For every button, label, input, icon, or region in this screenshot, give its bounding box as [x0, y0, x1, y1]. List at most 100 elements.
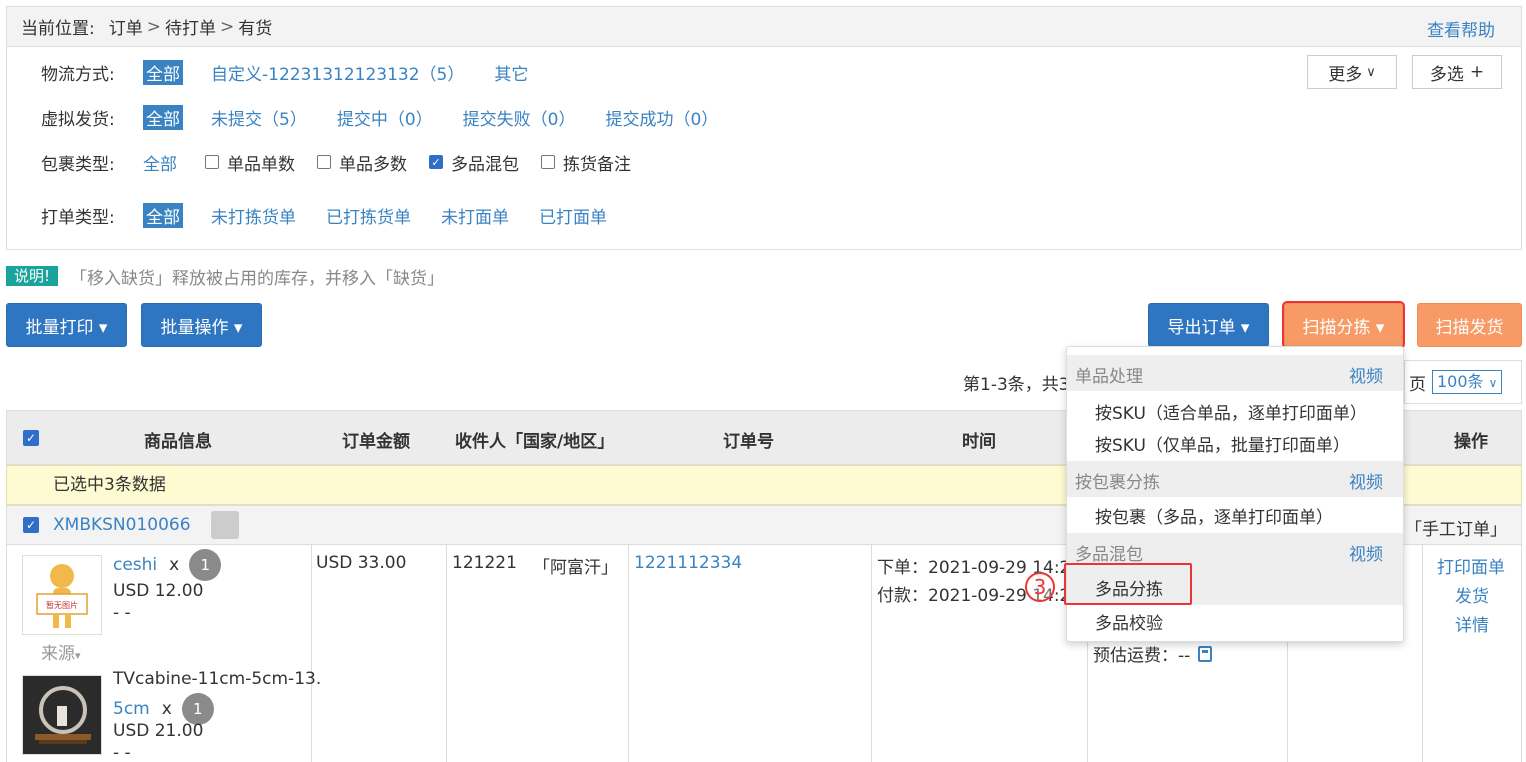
checkbox-box[interactable]	[541, 155, 555, 169]
filter-option-all[interactable]: 全部	[143, 202, 183, 228]
scan-sort-button[interactable]: 扫描分拣 ▾	[1282, 301, 1405, 349]
thumb-text: 暂无图片	[46, 600, 78, 610]
filter-option-other[interactable]: 其它	[494, 60, 528, 85]
print-label-link[interactable]: 打印面单	[1437, 553, 1505, 578]
shipping-estimate: 预估运费：--	[1093, 641, 1213, 666]
select-all-checkbox[interactable]: ✓	[23, 430, 39, 446]
filter-option-success[interactable]: 提交成功（0）	[605, 105, 718, 130]
video-link[interactable]: 视频	[1349, 362, 1383, 387]
qty-x: x	[161, 699, 172, 719]
per-page-value: 100条	[1437, 372, 1484, 391]
filter-option-printed-label[interactable]: 已打面单	[539, 203, 607, 228]
chevron-down-icon: ∨	[1488, 376, 1498, 390]
caret-down-icon: ▾	[75, 649, 81, 662]
product-price: USD 12.00	[113, 581, 204, 601]
shipping-estimate-text: 预估运费：--	[1093, 646, 1191, 666]
filter-row-package: 包裹类型: 全部 单品单数 单品多数 ✓ 多品混包 拣货备注	[41, 149, 653, 175]
breadcrumb-separator: >	[219, 16, 235, 37]
breadcrumb-item-instock: 有货	[238, 19, 273, 39]
column-header-operations: 操作	[1454, 432, 1488, 452]
more-button[interactable]: 更多 ∨	[1307, 55, 1397, 89]
video-link[interactable]: 视频	[1349, 468, 1383, 493]
ship-link[interactable]: 发货	[1455, 582, 1489, 607]
order-amount: USD 33.00	[316, 553, 407, 573]
pager-controls: 页 100条 ∨	[1404, 360, 1522, 404]
filter-label: 包裹类型:	[41, 154, 115, 175]
breadcrumb-label: 当前位置:	[21, 19, 95, 39]
menu-item-sku-single[interactable]: 按SKU（适合单品，逐单打印面单）	[1095, 399, 1367, 424]
group-title: 单品处理	[1075, 367, 1143, 387]
filter-row-virtual: 虚拟发货: 全部 未提交（5） 提交中（0） 提交失败（0） 提交成功（0）	[41, 104, 748, 130]
column-divider	[871, 545, 872, 762]
product-name-link[interactable]: TVcabine-11cm-5cm-13.	[113, 669, 321, 689]
note-tag: 说明!	[6, 266, 59, 286]
menu-item-sku-batch[interactable]: 按SKU（仅单品，批量打印面单）	[1095, 431, 1350, 456]
batch-print-button[interactable]: 批量打印 ▾	[6, 303, 127, 347]
filter-option-submitting[interactable]: 提交中（0）	[337, 105, 433, 130]
filter-option-unprinted-pick[interactable]: 未打拣货单	[211, 203, 296, 228]
pager-suffix: 页	[1409, 374, 1426, 395]
note-text: 「移入缺货」释放被占用的库存，并移入「缺货」	[70, 268, 445, 289]
multi-label: 多选	[1429, 64, 1464, 85]
checkbox-single-multi[interactable]: 单品多数	[317, 150, 407, 175]
column-header-recipient: 收件人「国家/地区」	[455, 432, 615, 452]
step-marker: 3	[1025, 572, 1055, 602]
multi-select-button[interactable]: 多选 +	[1412, 55, 1502, 89]
filter-option-all[interactable]: 全部	[143, 150, 177, 175]
order-checkbox[interactable]: ✓	[23, 517, 39, 533]
column-header-product: 商品信息	[144, 432, 212, 452]
filter-panel: 物流方式: 全部 自定义-12231312123132（5） 其它 更多 ∨ 多…	[6, 46, 1522, 250]
column-divider	[1422, 545, 1423, 762]
order-number-link[interactable]: 1221112334	[634, 553, 742, 573]
scan-ship-button[interactable]: 扫描发货	[1417, 303, 1522, 347]
check-icon[interactable]: ✓	[429, 155, 443, 169]
column-header-order-no: 订单号	[723, 432, 774, 452]
menu-item-multi-verify[interactable]: 多品校验	[1095, 609, 1163, 634]
filter-option-printed-pick[interactable]: 已打拣货单	[326, 203, 411, 228]
order-type-label: 「手工订单」	[1405, 520, 1507, 540]
dropdown-group-single: 单品处理 视频	[1067, 355, 1403, 391]
filter-option-unsubmitted[interactable]: 未提交（5）	[211, 105, 307, 130]
filter-row-print: 打单类型: 全部 未打拣货单 已打拣货单 未打面单 已打面单	[41, 202, 637, 228]
product-image-icon	[23, 676, 101, 754]
checkbox-box[interactable]	[205, 155, 219, 169]
per-page-select[interactable]: 100条 ∨	[1432, 370, 1503, 394]
highlight-box	[1064, 563, 1192, 605]
product-thumbnail[interactable]: 暂无图片	[22, 555, 102, 635]
column-header-amount: 订单金额	[342, 432, 410, 452]
calculator-icon[interactable]	[1198, 645, 1213, 662]
filter-option-all[interactable]: 全部	[143, 104, 183, 130]
checkbox-mixed[interactable]: ✓ 多品混包	[429, 150, 519, 175]
product-name-link[interactable]: ceshi	[113, 555, 157, 575]
product-sku: - -	[113, 603, 131, 623]
product-thumbnail[interactable]	[22, 675, 102, 755]
filter-option-all[interactable]: 全部	[143, 59, 183, 85]
menu-item-by-package[interactable]: 按包裹（多品，逐单打印面单）	[1095, 503, 1333, 528]
details-link[interactable]: 详情	[1455, 611, 1489, 636]
breadcrumb-item-orders[interactable]: 订单	[109, 14, 143, 39]
batch-operations-button[interactable]: 批量操作 ▾	[141, 303, 262, 347]
breadcrumb-separator: >	[146, 16, 161, 37]
filter-option-failed[interactable]: 提交失败（0）	[463, 105, 576, 130]
product-name-link-cont[interactable]: 5cm	[113, 699, 150, 719]
filter-row-logistics: 物流方式: 全部 自定义-12231312123132（5） 其它	[41, 59, 558, 85]
order-id-link[interactable]: XMBKSN010066	[53, 515, 191, 535]
tag-icon[interactable]	[211, 511, 239, 539]
column-header-time: 时间	[962, 432, 996, 452]
product-sku: - -	[113, 743, 131, 762]
checkbox-single-single[interactable]: 单品单数	[205, 150, 295, 175]
column-divider	[311, 545, 312, 762]
product-price: USD 21.00	[113, 721, 204, 741]
breadcrumb-item-pending[interactable]: 待打单	[165, 14, 216, 39]
checkbox-pick-note[interactable]: 拣货备注	[541, 150, 631, 175]
export-orders-button[interactable]: 导出订单 ▾	[1148, 303, 1269, 347]
recipient-country: 「阿富汗」	[533, 558, 618, 578]
filter-option-unprinted-label[interactable]: 未打面单	[441, 203, 509, 228]
help-link[interactable]: 查看帮助	[1427, 16, 1495, 41]
source-dropdown[interactable]: 来源▾	[41, 639, 81, 664]
video-link[interactable]: 视频	[1349, 540, 1383, 565]
checkbox-box[interactable]	[317, 155, 331, 169]
quantity-badge: 1	[189, 549, 222, 581]
no-image-icon: 暂无图片	[36, 564, 88, 628]
filter-option-custom[interactable]: 自定义-12231312123132（5）	[211, 60, 464, 85]
